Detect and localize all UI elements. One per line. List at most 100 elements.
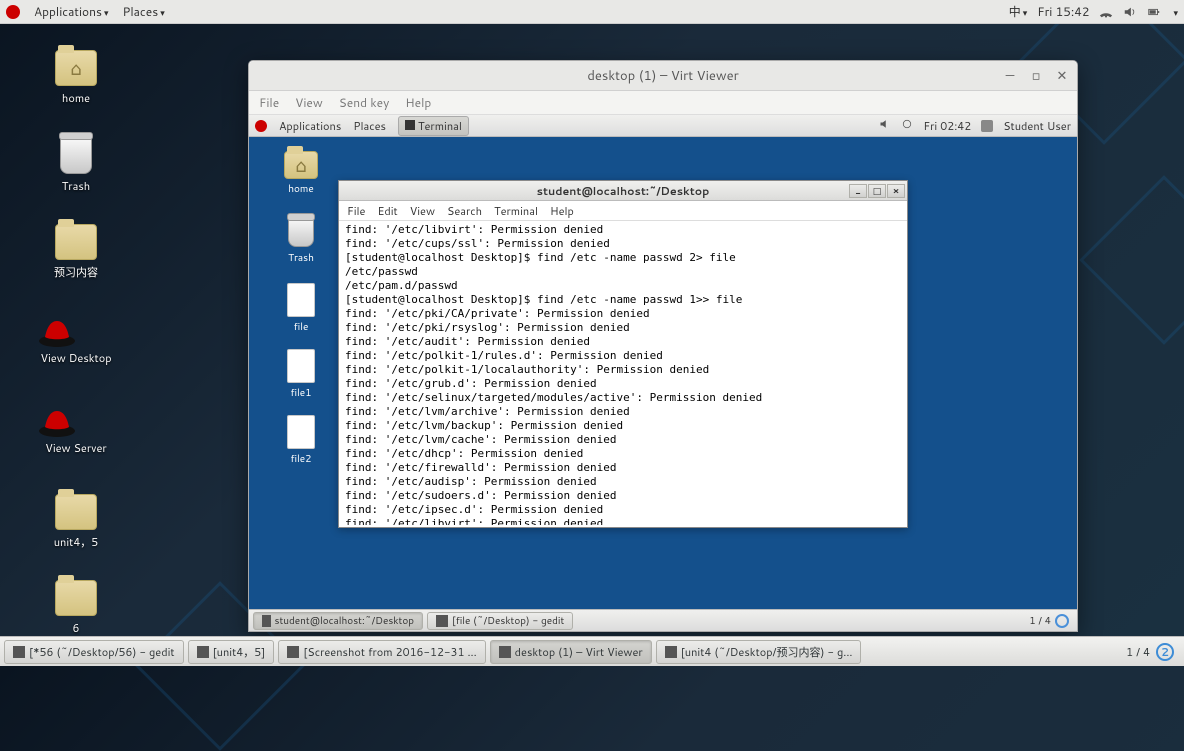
guest-icon-label: file2 (271, 452, 331, 466)
window-icon (436, 615, 448, 627)
desktop-icon-label: Trash (36, 178, 116, 194)
host-task-button[interactable]: [*56 (~/Desktop/56) - gedit (4, 640, 184, 664)
virt-menu-help[interactable]: Help (405, 94, 431, 111)
network-icon[interactable] (1099, 5, 1113, 19)
guest-icon-label: Trash (271, 251, 331, 265)
virt-menu-sendkey[interactable]: Send key (339, 94, 390, 111)
guest-user-icon (981, 120, 993, 132)
window-icon (499, 646, 511, 658)
guest-file2[interactable]: file2 (271, 415, 331, 466)
folder-preview[interactable]: 预习内容 (36, 224, 116, 280)
maximize-button[interactable]: ▫ (1027, 67, 1045, 85)
host-task-button[interactable]: [unit4 (~/Desktop/预习内容) - g... (656, 640, 862, 664)
host-workspace-label: 1 / 4 (1126, 644, 1150, 660)
desktop-icon-label: unit4，5 (36, 534, 116, 550)
terminal-menu-help[interactable]: Help (550, 203, 574, 219)
guest-bottom-panel: student@localhost:~/Desktop [file (~/Desk… (249, 609, 1077, 631)
terminal-minimize-button[interactable]: _ (849, 184, 867, 198)
view-server[interactable]: View Server (36, 404, 116, 456)
guest-icon-label: file (271, 320, 331, 334)
task-label: student@localhost:~/Desktop (275, 614, 415, 628)
guest-places-menu[interactable]: Places (353, 118, 386, 134)
desktop-icon-label: 6 (36, 620, 116, 636)
virt-titlebar[interactable]: desktop (1) – Virt Viewer — ▫ ✕ (249, 61, 1077, 91)
terminal-close-button[interactable]: × (887, 184, 905, 198)
folder-6[interactable]: 6 (36, 580, 116, 636)
guest-network-icon[interactable] (901, 118, 913, 134)
places-menu[interactable]: Places▾ (122, 3, 164, 20)
virt-title: desktop (1) – Virt Viewer (587, 67, 738, 85)
redhat-logo-icon (6, 5, 20, 19)
guest-file[interactable]: file (271, 283, 331, 334)
trash[interactable]: Trash (36, 136, 116, 194)
terminal-menu-file[interactable]: File (347, 203, 365, 219)
redhat-hat-icon (36, 314, 78, 350)
desktop-icon-label: home (36, 90, 116, 106)
guest-terminal-window: student@localhost:~/Desktop _ □ × File E… (338, 180, 908, 528)
volume-icon[interactable] (1123, 5, 1137, 19)
applications-menu[interactable]: Applications▾ (34, 3, 108, 20)
terminal-menu-search[interactable]: Search (447, 203, 482, 219)
guest-workspace-switcher-icon[interactable] (1055, 614, 1069, 628)
guest-redhat-icon (255, 120, 267, 132)
guest-trash[interactable]: Trash (271, 217, 331, 265)
host-bottom-panel: [*56 (~/Desktop/56) - gedit [unit4，5] [Scr… (0, 636, 1184, 666)
terminal-output[interactable]: find: '/etc/libvirt': Permission denied … (341, 221, 905, 525)
minimize-button[interactable]: — (1001, 67, 1019, 85)
guest-terminal-taskbutton[interactable]: Terminal (398, 116, 469, 136)
guest-file1[interactable]: file1 (271, 349, 331, 400)
home-folder[interactable]: home (36, 50, 116, 106)
host-task-button[interactable]: [Screenshot from 2016-12-31 ... (278, 640, 485, 664)
window-icon (262, 615, 271, 627)
window-icon (287, 646, 299, 658)
guest-home[interactable]: home (271, 151, 331, 196)
close-button[interactable]: ✕ (1053, 67, 1071, 85)
task-label: desktop (1) – Virt Viewer (515, 644, 643, 660)
guest-task-button[interactable]: [file (~/Desktop) - gedit (427, 612, 573, 630)
virt-display[interactable]: Applications Places Terminal Fri 02:42 S… (249, 115, 1077, 631)
guest-workspace-label: 1 / 4 (1029, 614, 1051, 628)
guest-icon-label: file1 (271, 386, 331, 400)
guest-desktop[interactable]: student@localhost:~/Desktop _ □ × File E… (249, 137, 1077, 609)
host-task-button[interactable]: [unit4，5] (188, 640, 275, 664)
task-label: [*56 (~/Desktop/56) - gedit (29, 644, 175, 660)
virt-viewer-window: desktop (1) – Virt Viewer — ▫ ✕ File Vie… (248, 60, 1078, 632)
task-label: [unit4，5] (213, 644, 266, 660)
terminal-menu-terminal[interactable]: Terminal (494, 203, 538, 219)
power-menu[interactable]: ▾ (1171, 3, 1178, 20)
view-desktop[interactable]: View Desktop (36, 314, 116, 366)
window-icon (13, 646, 25, 658)
desktop-icon-label: View Desktop (36, 350, 116, 366)
task-label: [file (~/Desktop) - gedit (452, 614, 564, 628)
terminal-menu-edit[interactable]: Edit (377, 203, 397, 219)
window-icon (197, 646, 209, 658)
virt-menubar: File View Send key Help (249, 91, 1077, 115)
desktop-icon-label: View Server (36, 440, 116, 456)
guest-volume-icon[interactable] (879, 118, 891, 134)
guest-task-button[interactable]: student@localhost:~/Desktop (253, 612, 423, 630)
ime-indicator[interactable]: 中▾ (1009, 3, 1028, 20)
folder-unit4-5[interactable]: unit4，5 (36, 494, 116, 550)
task-label: [Screenshot from 2016-12-31 ... (303, 644, 476, 660)
guest-top-panel: Applications Places Terminal Fri 02:42 S… (249, 115, 1077, 137)
window-icon (665, 646, 677, 658)
terminal-maximize-button[interactable]: □ (868, 184, 886, 198)
virt-menu-file[interactable]: File (259, 94, 279, 111)
desktop-icon-label: 预习内容 (36, 264, 116, 280)
host-workspace-badge[interactable]: 2 (1156, 643, 1174, 661)
guest-icon-label: home (271, 182, 331, 196)
redhat-hat-icon (36, 404, 78, 440)
battery-icon[interactable] (1147, 5, 1161, 19)
guest-user-menu[interactable]: Student User (1003, 118, 1071, 134)
host-task-button[interactable]: desktop (1) – Virt Viewer (490, 640, 652, 664)
terminal-titlebar[interactable]: student@localhost:~/Desktop _ □ × (339, 181, 907, 201)
host-top-panel: Applications▾ Places▾ 中▾ Fri 15:42 ▾ (0, 0, 1184, 24)
guest-applications-menu[interactable]: Applications (279, 118, 341, 134)
guest-clock[interactable]: Fri 02:42 (923, 118, 971, 134)
task-label: [unit4 (~/Desktop/预习内容) - g... (681, 644, 853, 660)
clock[interactable]: Fri 15:42 (1037, 3, 1089, 20)
terminal-menubar: File Edit View Search Terminal Help (339, 201, 907, 221)
virt-menu-view[interactable]: View (295, 94, 323, 111)
terminal-menu-view[interactable]: View (410, 203, 435, 219)
terminal-title: student@localhost:~/Desktop (537, 183, 710, 199)
